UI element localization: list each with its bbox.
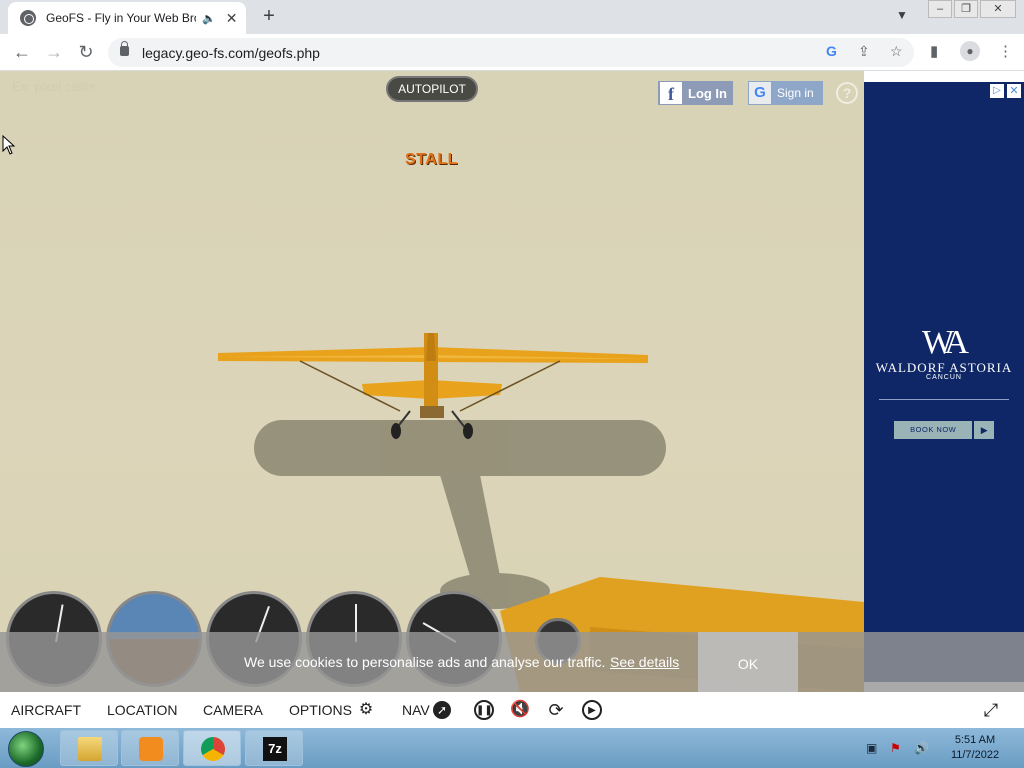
system-clock[interactable]: 5:51 AM 11/7/2022: [940, 733, 1010, 763]
globe-icon: [20, 10, 36, 26]
game-viewport[interactable]: Ex: pixel calibr AUTOPILOT STALL f Log I…: [0, 71, 864, 692]
google-icon: G: [749, 82, 771, 104]
reload-icon[interactable]: ↻: [74, 40, 98, 64]
mouse-cursor-icon: [2, 135, 16, 155]
adchoices-icon[interactable]: ▷: [990, 84, 1004, 98]
location-menu[interactable]: LOCATION: [107, 702, 178, 718]
media-player-icon: [139, 737, 163, 761]
lock-icon[interactable]: [120, 41, 129, 56]
aircraft-menu[interactable]: AIRCRAFT: [11, 702, 81, 718]
start-button[interactable]: [8, 731, 44, 767]
book-now-button[interactable]: BOOK NOW ▶: [894, 421, 994, 439]
clock-time: 5:51 AM: [954, 734, 996, 746]
profile-icon[interactable]: ●: [960, 41, 980, 61]
os-taskbar: 7z ▣ ⚑ 🔊 5:51 AM 11/7/2022: [0, 728, 1024, 768]
autopilot-button[interactable]: AUTOPILOT: [386, 76, 478, 102]
ad-top-strip: [864, 71, 1024, 82]
tab-title: GeoFS - Fly in Your Web Bro: [46, 11, 196, 25]
7zip-icon: 7z: [263, 737, 287, 761]
tab-strip: GeoFS - Fly in Your Web Bro 🔈 ✕ + ▼ – ❐ …: [0, 0, 1024, 34]
network-icon[interactable]: ▣: [866, 741, 877, 755]
facebook-icon: f: [660, 82, 682, 104]
book-now-label: BOOK NOW: [894, 421, 973, 439]
help-icon[interactable]: ?: [836, 82, 858, 104]
browser-tab[interactable]: GeoFS - Fly in Your Web Bro 🔈 ✕: [8, 2, 246, 34]
gear-icon[interactable]: ⚙: [355, 699, 377, 721]
side-panel-icon[interactable]: ▮: [930, 42, 938, 60]
back-icon[interactable]: ←: [10, 40, 34, 64]
play-icon[interactable]: ▶: [582, 700, 602, 720]
maximize-button[interactable]: ❐: [954, 0, 978, 18]
url-text[interactable]: legacy.geo-fs.com/geofs.php: [142, 45, 320, 61]
new-tab-button[interactable]: +: [258, 6, 280, 28]
menu-icon[interactable]: ⋮: [998, 42, 1013, 60]
nav-menu[interactable]: NAV: [402, 702, 430, 718]
advertisement[interactable]: ▷ ✕ WA WALDORF ASTORIA CANCUN BOOK NOW ▶: [864, 82, 1024, 682]
google-icon[interactable]: G: [826, 43, 837, 59]
google-signin-button[interactable]: G Sign in: [748, 81, 823, 105]
7zip-taskbar-button[interactable]: 7z: [245, 730, 303, 766]
cookie-ok-button[interactable]: OK: [698, 632, 798, 692]
clock-date: 11/7/2022: [950, 749, 1000, 761]
camera-menu[interactable]: CAMERA: [203, 702, 263, 718]
close-tab-icon[interactable]: ✕: [226, 10, 238, 27]
media-player-taskbar-button[interactable]: [121, 730, 179, 766]
google-signin-label: Sign in: [777, 86, 814, 100]
options-menu[interactable]: OPTIONS: [289, 702, 352, 718]
fullscreen-icon[interactable]: ⤢: [980, 699, 1002, 721]
share-icon[interactable]: ⇪: [858, 43, 870, 60]
flag-icon[interactable]: ⚑: [890, 741, 901, 755]
chrome-icon: [201, 737, 225, 761]
waldorf-logo-icon: WA: [922, 324, 969, 361]
ad-close-icon[interactable]: ✕: [1007, 84, 1021, 98]
folder-icon: [78, 737, 102, 761]
reset-icon[interactable]: ⟳: [545, 699, 567, 721]
chrome-taskbar-button[interactable]: [183, 730, 241, 766]
volume-icon[interactable]: 🔊: [914, 741, 929, 755]
window-close-button[interactable]: ✕: [980, 0, 1016, 18]
star-icon[interactable]: ☆: [890, 43, 903, 60]
cookie-banner: We use cookies to personalise ads and an…: [0, 632, 1024, 692]
play-arrow-icon: ▶: [974, 421, 994, 439]
compass-icon[interactable]: ➚: [433, 701, 451, 719]
facebook-login-label: Log In: [688, 85, 727, 101]
pause-icon[interactable]: ❚❚: [474, 700, 494, 720]
browser-toolbar: ← → ↻ legacy.geo-fs.com/geofs.php G ⇪ ☆ …: [0, 34, 1024, 71]
ad-divider: [879, 399, 1009, 400]
game-menu-bar: AIRCRAFT LOCATION CAMERA OPTIONS ⚙ NAV ➚…: [0, 692, 1024, 728]
ad-city: CANCUN: [926, 374, 962, 381]
forward-icon[interactable]: →: [42, 40, 66, 64]
mute-icon[interactable]: 🔇: [509, 699, 531, 721]
speaker-icon[interactable]: 🔈: [202, 12, 216, 25]
explorer-taskbar-button[interactable]: [60, 730, 118, 766]
cookie-text: We use cookies to personalise ads and an…: [244, 654, 606, 670]
facebook-login-button[interactable]: f Log In: [658, 81, 733, 105]
chevron-down-icon[interactable]: ▼: [896, 8, 908, 22]
cookie-details-link[interactable]: See details: [610, 654, 679, 670]
address-bar[interactable]: legacy.geo-fs.com/geofs.php G ⇪ ☆: [108, 38, 914, 67]
faint-overlay-text: Ex: pixel calibr: [12, 79, 96, 94]
minimize-button[interactable]: –: [928, 0, 952, 18]
stall-warning: STALL: [405, 151, 458, 168]
